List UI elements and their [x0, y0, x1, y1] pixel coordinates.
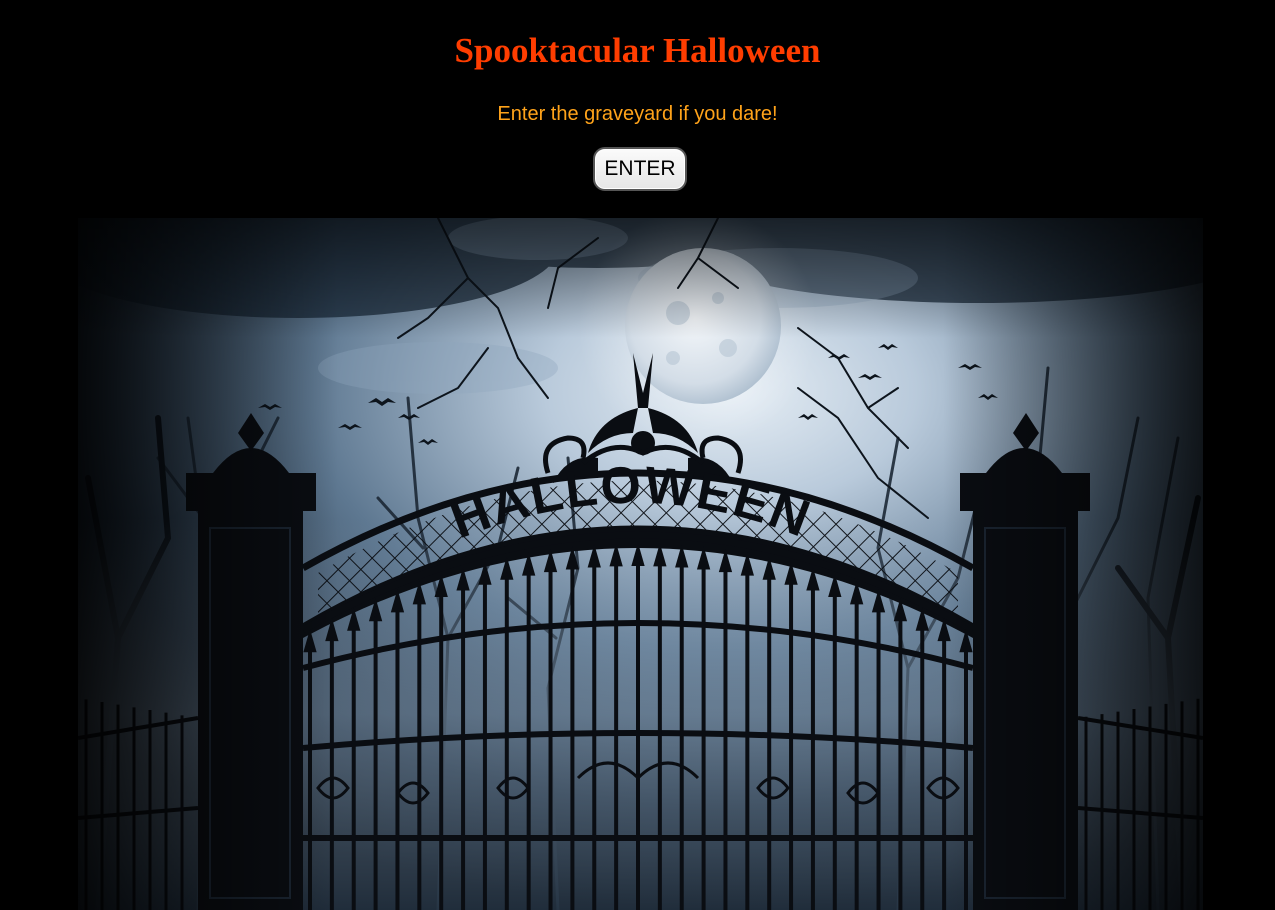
page: Spooktacular Halloween Enter the graveya…	[0, 0, 1275, 910]
page-title: Spooktacular Halloween	[454, 31, 821, 70]
page-subtitle: Enter the graveyard if you dare!	[497, 103, 778, 125]
graveyard-gate-image: HALLOWEEN	[78, 218, 1203, 910]
enter-button[interactable]: ENTER	[593, 147, 687, 191]
